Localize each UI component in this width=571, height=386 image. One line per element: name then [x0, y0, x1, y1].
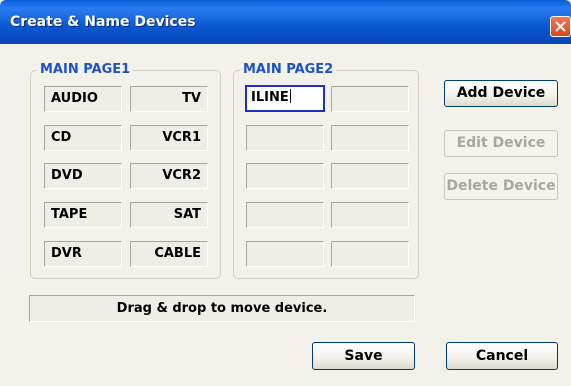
device-slot-empty[interactable] — [331, 125, 409, 151]
close-button[interactable] — [550, 16, 571, 37]
main-page1-label: MAIN PAGE1 — [37, 62, 134, 77]
title-bar[interactable]: Create & Name Devices — [0, 0, 571, 44]
device-slot-empty[interactable] — [246, 241, 324, 267]
add-device-button[interactable]: Add Device — [444, 80, 558, 107]
device-slot-tv[interactable]: TV — [130, 86, 208, 112]
device-slot-empty[interactable] — [331, 163, 409, 189]
edit-device-button[interactable]: Edit Device — [444, 130, 558, 157]
device-slot-vcr1[interactable]: VCR1 — [130, 125, 208, 151]
device-name-text: ILINE — [251, 90, 289, 105]
device-slot-vcr2[interactable]: VCR2 — [130, 163, 208, 189]
device-slot-empty[interactable] — [246, 202, 324, 228]
device-slot-dvr[interactable]: DVR — [44, 241, 122, 267]
device-slot-tape[interactable]: TAPE — [44, 202, 122, 228]
device-slot-empty[interactable] — [331, 202, 409, 228]
text-caret — [289, 89, 291, 103]
device-slot-cable[interactable]: CABLE — [130, 241, 208, 267]
device-slot-sat[interactable]: SAT — [130, 202, 208, 228]
device-slot-empty[interactable] — [246, 125, 324, 151]
status-text: Drag & drop to move device. — [29, 295, 415, 322]
window-title: Create & Name Devices — [10, 14, 196, 30]
device-name-input[interactable]: ILINE — [245, 85, 325, 112]
delete-device-button[interactable]: Delete Device — [444, 173, 558, 200]
close-icon — [555, 21, 566, 32]
device-slot-empty[interactable] — [246, 163, 324, 189]
device-slot-empty[interactable] — [331, 241, 409, 267]
save-button[interactable]: Save — [312, 342, 415, 370]
device-slot-dvd[interactable]: DVD — [44, 163, 122, 189]
cancel-button[interactable]: Cancel — [446, 342, 558, 370]
main-page2-label: MAIN PAGE2 — [240, 62, 337, 77]
device-slot-audio[interactable]: AUDIO — [44, 86, 122, 112]
device-slot-empty[interactable] — [331, 86, 409, 112]
dialog-window: Create & Name Devices MAIN PAGE1 AUDIO T… — [0, 0, 571, 386]
device-slot-cd[interactable]: CD — [44, 125, 122, 151]
